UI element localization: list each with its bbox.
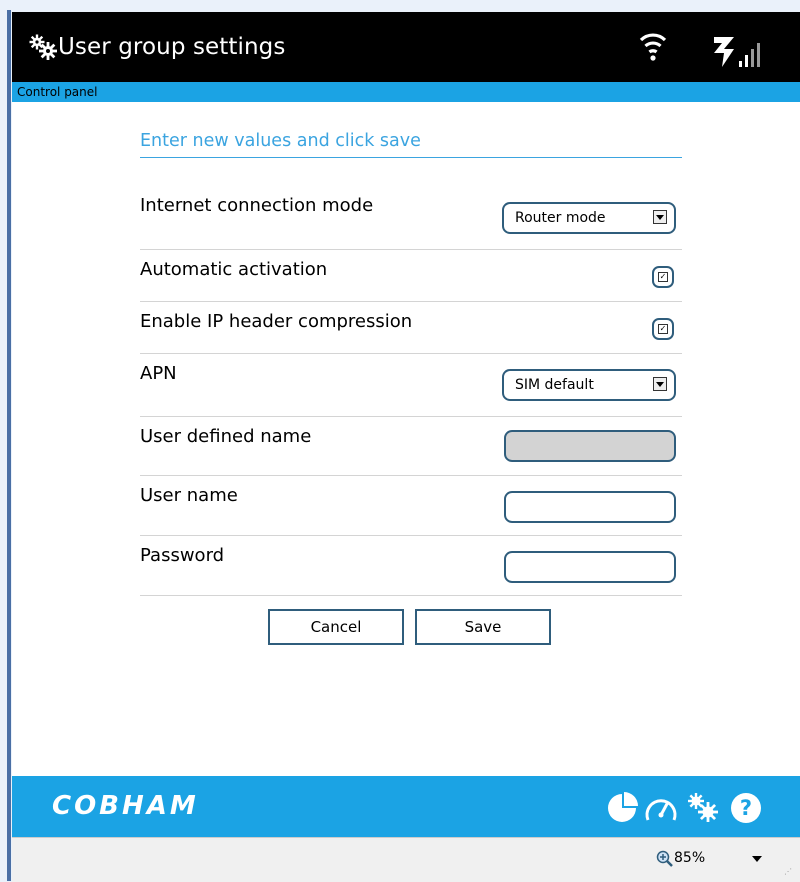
row-automatic-activation: Automatic activation ✓ bbox=[140, 250, 682, 302]
control-panel-bar[interactable]: Control panel bbox=[12, 82, 800, 102]
ip-compression-label: Enable IP header compression bbox=[140, 311, 413, 332]
user-defined-name-label: User defined name bbox=[140, 426, 312, 447]
internet-mode-select[interactable]: Router mode bbox=[502, 202, 676, 234]
row-internet-connection-mode: Internet connection mode Router mode bbox=[140, 186, 682, 250]
app-window: User group settings Control panel Enter … bbox=[12, 12, 800, 882]
internet-mode-value: Router mode bbox=[515, 210, 606, 226]
user-name-field[interactable] bbox=[504, 491, 676, 523]
checkmark-icon: ✓ bbox=[658, 272, 668, 282]
internet-mode-label: Internet connection mode bbox=[140, 195, 374, 216]
zoom-icon[interactable] bbox=[656, 850, 674, 868]
resize-grip-icon[interactable]: ⋰ bbox=[784, 868, 794, 878]
chevron-down-icon bbox=[653, 210, 667, 224]
password-label: Password bbox=[140, 545, 225, 566]
cobham-logo: COBHAM bbox=[52, 791, 199, 821]
row-apn: APN SIM default bbox=[140, 354, 682, 417]
user-defined-name-field[interactable] bbox=[504, 430, 676, 462]
checkmark-icon: ✓ bbox=[658, 324, 668, 334]
footer-icons: ? bbox=[608, 792, 761, 823]
settings-gear-icon[interactable] bbox=[688, 793, 718, 822]
save-button[interactable]: Save bbox=[415, 609, 551, 645]
gear-icon bbox=[29, 34, 57, 60]
browser-status-bar: 85% ⋰ bbox=[12, 837, 800, 882]
svg-text:?: ? bbox=[740, 796, 752, 820]
help-icon[interactable]: ? bbox=[731, 793, 761, 823]
apn-value: SIM default bbox=[515, 377, 594, 393]
page-title: User group settings bbox=[58, 34, 286, 60]
auto-activation-label: Automatic activation bbox=[140, 259, 328, 280]
wifi-icon bbox=[639, 33, 667, 61]
apn-select[interactable]: SIM default bbox=[502, 369, 676, 401]
apn-label: APN bbox=[140, 363, 177, 384]
zoom-level[interactable]: 85% bbox=[674, 848, 705, 868]
page-header: User group settings bbox=[12, 12, 800, 82]
user-name-label: User name bbox=[140, 485, 238, 506]
row-ip-header-compression: Enable IP header compression ✓ bbox=[140, 302, 682, 354]
row-password: Password bbox=[140, 536, 682, 596]
speedometer-icon[interactable] bbox=[645, 799, 677, 821]
control-panel-label[interactable]: Control panel bbox=[12, 85, 97, 99]
cancel-button[interactable]: Cancel bbox=[268, 609, 404, 645]
row-user-defined-name: User defined name bbox=[140, 417, 682, 476]
row-user-name: User name bbox=[140, 476, 682, 536]
ip-compression-checkbox[interactable]: ✓ bbox=[652, 318, 674, 340]
auto-activation-checkbox[interactable]: ✓ bbox=[652, 266, 674, 288]
chevron-down-icon bbox=[653, 377, 667, 391]
form-heading: Enter new values and click save bbox=[140, 128, 682, 158]
dashboard-pie-icon[interactable] bbox=[608, 792, 638, 822]
zoom-dropdown-icon[interactable] bbox=[752, 856, 762, 862]
signal-strength-icon bbox=[714, 37, 760, 67]
password-field[interactable] bbox=[504, 551, 676, 583]
footer-bar: COBHAM ? bbox=[12, 776, 800, 837]
window-left-border bbox=[7, 10, 11, 881]
